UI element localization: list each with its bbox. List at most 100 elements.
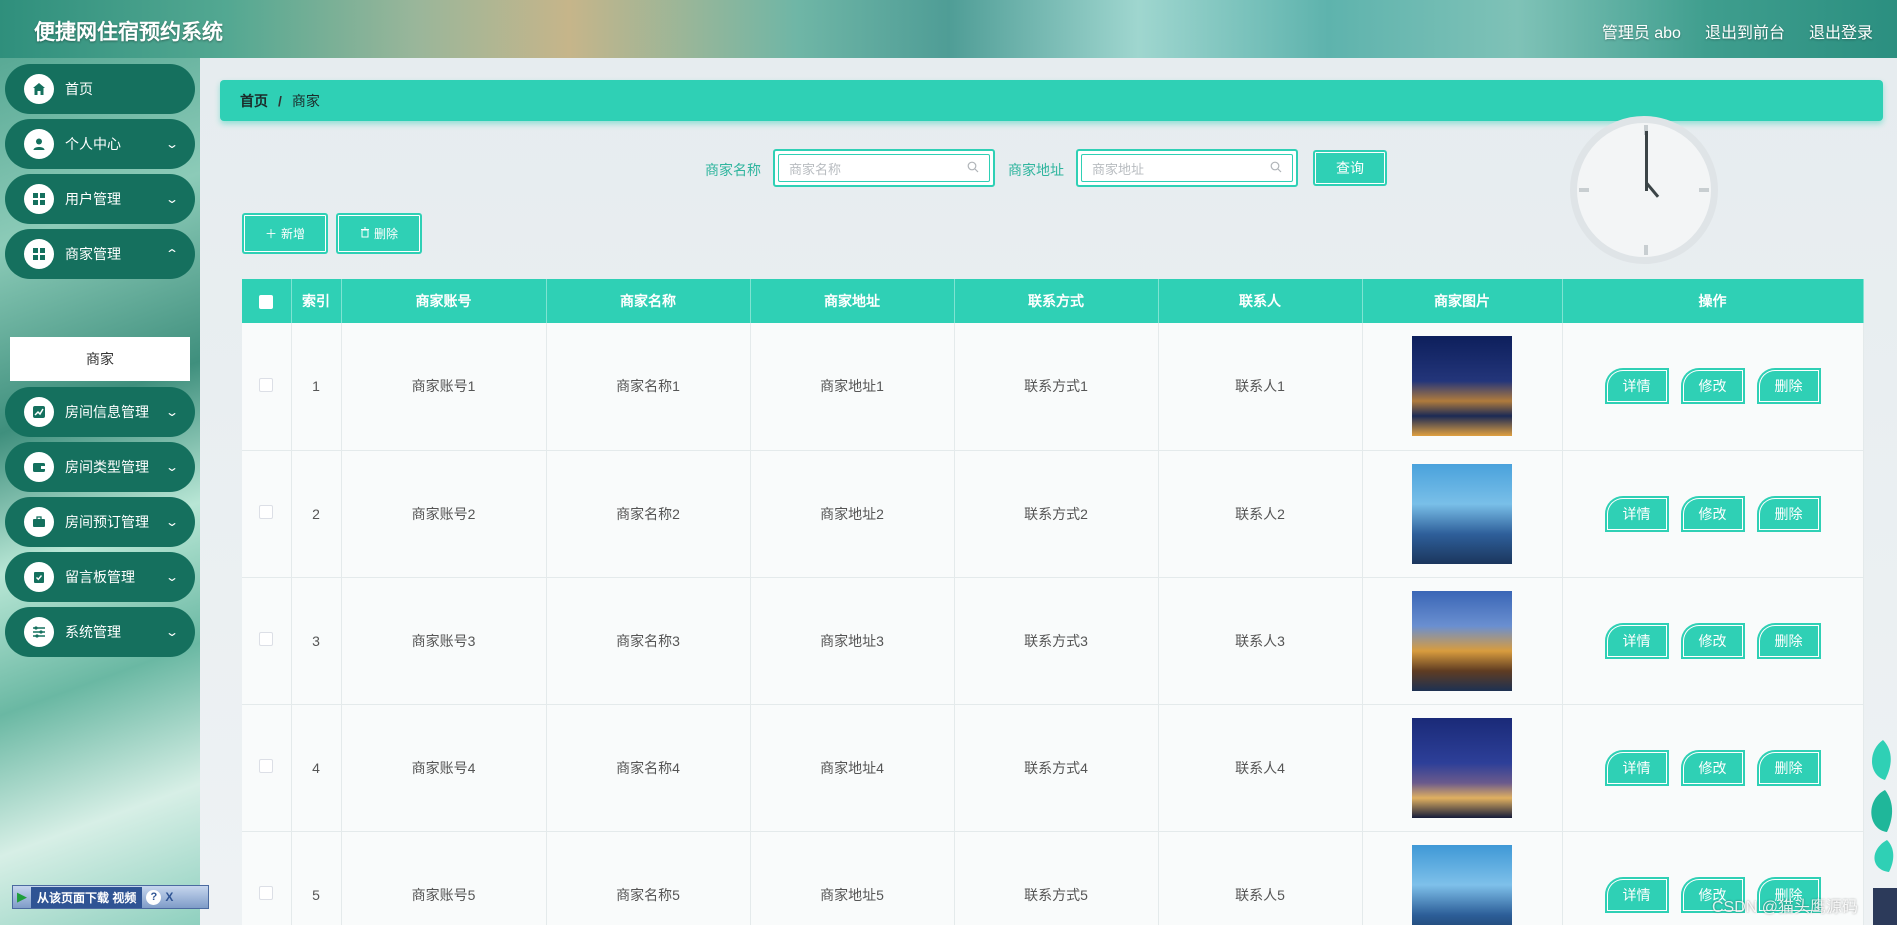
table-row: 3 商家账号3 商家名称3 商家地址3 联系方式3 联系人3 详情 修改 删除 — [242, 577, 1864, 705]
query-button[interactable]: 查询 — [1313, 150, 1387, 186]
cell-contact: 联系方式5 — [954, 831, 1159, 925]
sidebar-item-room-booking[interactable]: 房间预订管理 ⌄ — [5, 497, 195, 547]
cell-account: 商家账号4 — [341, 704, 547, 832]
cell-account: 商家账号1 — [341, 323, 547, 451]
col-header-person: 联系人 — [1158, 279, 1363, 323]
add-button-label: 新增 — [281, 227, 306, 241]
sidebar-item-merchants[interactable]: 商家管理 ⌃ — [5, 229, 195, 279]
search-form: 商家名称 商家名称 商家地址 商家地址 查询 — [200, 149, 1897, 189]
cell-contact: 联系方式3 — [954, 577, 1159, 705]
sidebar-item-messages[interactable]: 留言板管理 ⌄ — [5, 552, 195, 602]
delete-button[interactable]: 删除 — [1756, 749, 1821, 786]
cell-contact: 联系方式2 — [954, 450, 1159, 578]
add-button[interactable]: ＋ 新增 — [242, 213, 328, 254]
download-label: 从该页面下载 视频 — [31, 886, 143, 908]
col-header-address: 商家地址 — [750, 279, 955, 323]
logout-link[interactable]: 退出登录 — [1809, 19, 1873, 43]
col-header-name: 商家名称 — [546, 279, 751, 323]
detail-button[interactable]: 详情 — [1604, 749, 1669, 786]
cell-address: 商家地址3 — [750, 577, 955, 705]
cell-person: 联系人5 — [1158, 831, 1363, 925]
col-header-index: 索引 — [291, 279, 342, 323]
edit-button[interactable]: 修改 — [1680, 749, 1745, 786]
sidebar-item-label: 房间信息管理 — [65, 404, 149, 420]
trash-icon — [360, 227, 370, 241]
submenu-item-merchant[interactable]: 商家 — [10, 337, 190, 381]
select-all-checkbox[interactable] — [242, 279, 292, 323]
sidebar-item-system[interactable]: 系统管理 ⌄ — [5, 607, 195, 657]
edit-button[interactable]: 修改 — [1680, 495, 1745, 532]
row-checkbox[interactable] — [242, 577, 292, 705]
merchant-address-placeholder: 商家地址 — [1092, 161, 1145, 177]
cell-person: 联系人1 — [1158, 323, 1363, 451]
cell-name: 商家名称4 — [546, 704, 751, 832]
help-icon[interactable]: ? — [146, 889, 162, 905]
merchant-image[interactable] — [1412, 336, 1512, 437]
plant-decoration — [1871, 740, 1897, 925]
edit-button[interactable]: 修改 — [1680, 622, 1745, 659]
chevron-down-icon: ⌄ — [164, 192, 180, 206]
cell-index: 4 — [291, 704, 342, 832]
sidebar-item-room-type[interactable]: 房间类型管理 ⌄ — [5, 442, 195, 492]
table-header-row: 索引 商家账号 商家名称 商家地址 联系方式 联系人 商家图片 操作 — [242, 279, 1864, 323]
top-links: 管理员 abo 退出到前台 退出登录 — [1602, 19, 1873, 43]
search-icon — [1270, 161, 1282, 176]
cell-address: 商家地址1 — [750, 323, 955, 451]
cell-account: 商家账号3 — [341, 577, 547, 705]
batch-delete-button[interactable]: 删除 — [336, 213, 422, 254]
sidebar-item-label: 商家管理 — [65, 246, 121, 262]
sidebar-item-profile[interactable]: 个人中心 ⌄ — [5, 119, 195, 169]
breadcrumb-current: 商家 — [291, 92, 320, 109]
merchant-table: 索引 商家账号 商家名称 商家地址 联系方式 联系人 商家图片 操作 1 商家账… — [242, 279, 1864, 925]
delete-button[interactable]: 删除 — [1756, 622, 1821, 659]
top-header: 便捷网住宿预约系统 管理员 abo 退出到前台 退出登录 — [0, 0, 1897, 58]
breadcrumb: 首页 / 商家 — [220, 80, 1883, 121]
row-checkbox[interactable] — [242, 831, 292, 925]
breadcrumb-home[interactable]: 首页 — [240, 91, 268, 111]
chevron-up-icon: ⌃ — [164, 247, 180, 261]
merchant-image[interactable] — [1412, 717, 1512, 818]
download-bar[interactable]: ▶ 从该页面下载 视频 ? X — [12, 885, 209, 909]
sidebar-item-users[interactable]: 用户管理 ⌄ — [5, 174, 195, 224]
clipboard-icon — [24, 562, 54, 592]
cell-name: 商家名称1 — [546, 323, 751, 451]
row-checkbox[interactable] — [242, 704, 292, 832]
cell-address: 商家地址4 — [750, 704, 955, 832]
row-checkbox[interactable] — [242, 450, 292, 578]
table-row: 4 商家账号4 商家名称4 商家地址4 联系方式4 联系人4 详情 修改 删除 — [242, 704, 1864, 832]
detail-button[interactable]: 详情 — [1604, 622, 1669, 659]
cell-contact: 联系方式1 — [954, 323, 1159, 451]
cell-person: 联系人2 — [1158, 450, 1363, 578]
merchant-image[interactable] — [1412, 463, 1512, 564]
briefcase-icon — [24, 507, 54, 537]
table-row: 1 商家账号1 商家名称1 商家地址1 联系方式1 联系人1 详情 修改 删除 — [242, 323, 1864, 451]
sidebar-item-room-info[interactable]: 房间信息管理 ⌄ — [5, 387, 195, 437]
merchant-name-input[interactable]: 商家名称 — [773, 149, 995, 187]
batch-delete-label: 删除 — [373, 227, 398, 241]
cell-index: 1 — [291, 323, 342, 451]
merchant-image[interactable] — [1412, 590, 1512, 691]
frontend-link[interactable]: 退出到前台 — [1705, 19, 1785, 43]
detail-button[interactable]: 详情 — [1604, 368, 1669, 405]
merchant-address-label: 商家地址 — [1008, 162, 1064, 178]
sidebar-item-label: 房间预订管理 — [65, 514, 149, 530]
cell-address: 商家地址5 — [750, 831, 955, 925]
grid-icon — [24, 184, 54, 214]
merchant-address-input[interactable]: 商家地址 — [1076, 149, 1298, 187]
cell-person: 联系人3 — [1158, 577, 1363, 705]
sidebar-item-home[interactable]: 首页 — [5, 64, 195, 114]
chevron-down-icon: ⌄ — [164, 137, 180, 151]
sidebar-item-label: 个人中心 — [65, 136, 121, 152]
delete-button[interactable]: 删除 — [1756, 495, 1821, 532]
cell-image — [1362, 323, 1563, 451]
plus-icon: ＋ — [264, 227, 277, 241]
cell-image — [1362, 704, 1563, 832]
close-icon[interactable]: X — [165, 890, 173, 904]
edit-button[interactable]: 修改 — [1680, 368, 1745, 405]
delete-button[interactable]: 删除 — [1756, 368, 1821, 405]
play-icon: ▶ — [17, 889, 27, 904]
detail-button[interactable]: 详情 — [1604, 495, 1669, 532]
detail-button[interactable]: 详情 — [1604, 876, 1669, 913]
merchant-image[interactable] — [1412, 844, 1512, 925]
row-checkbox[interactable] — [242, 323, 292, 451]
